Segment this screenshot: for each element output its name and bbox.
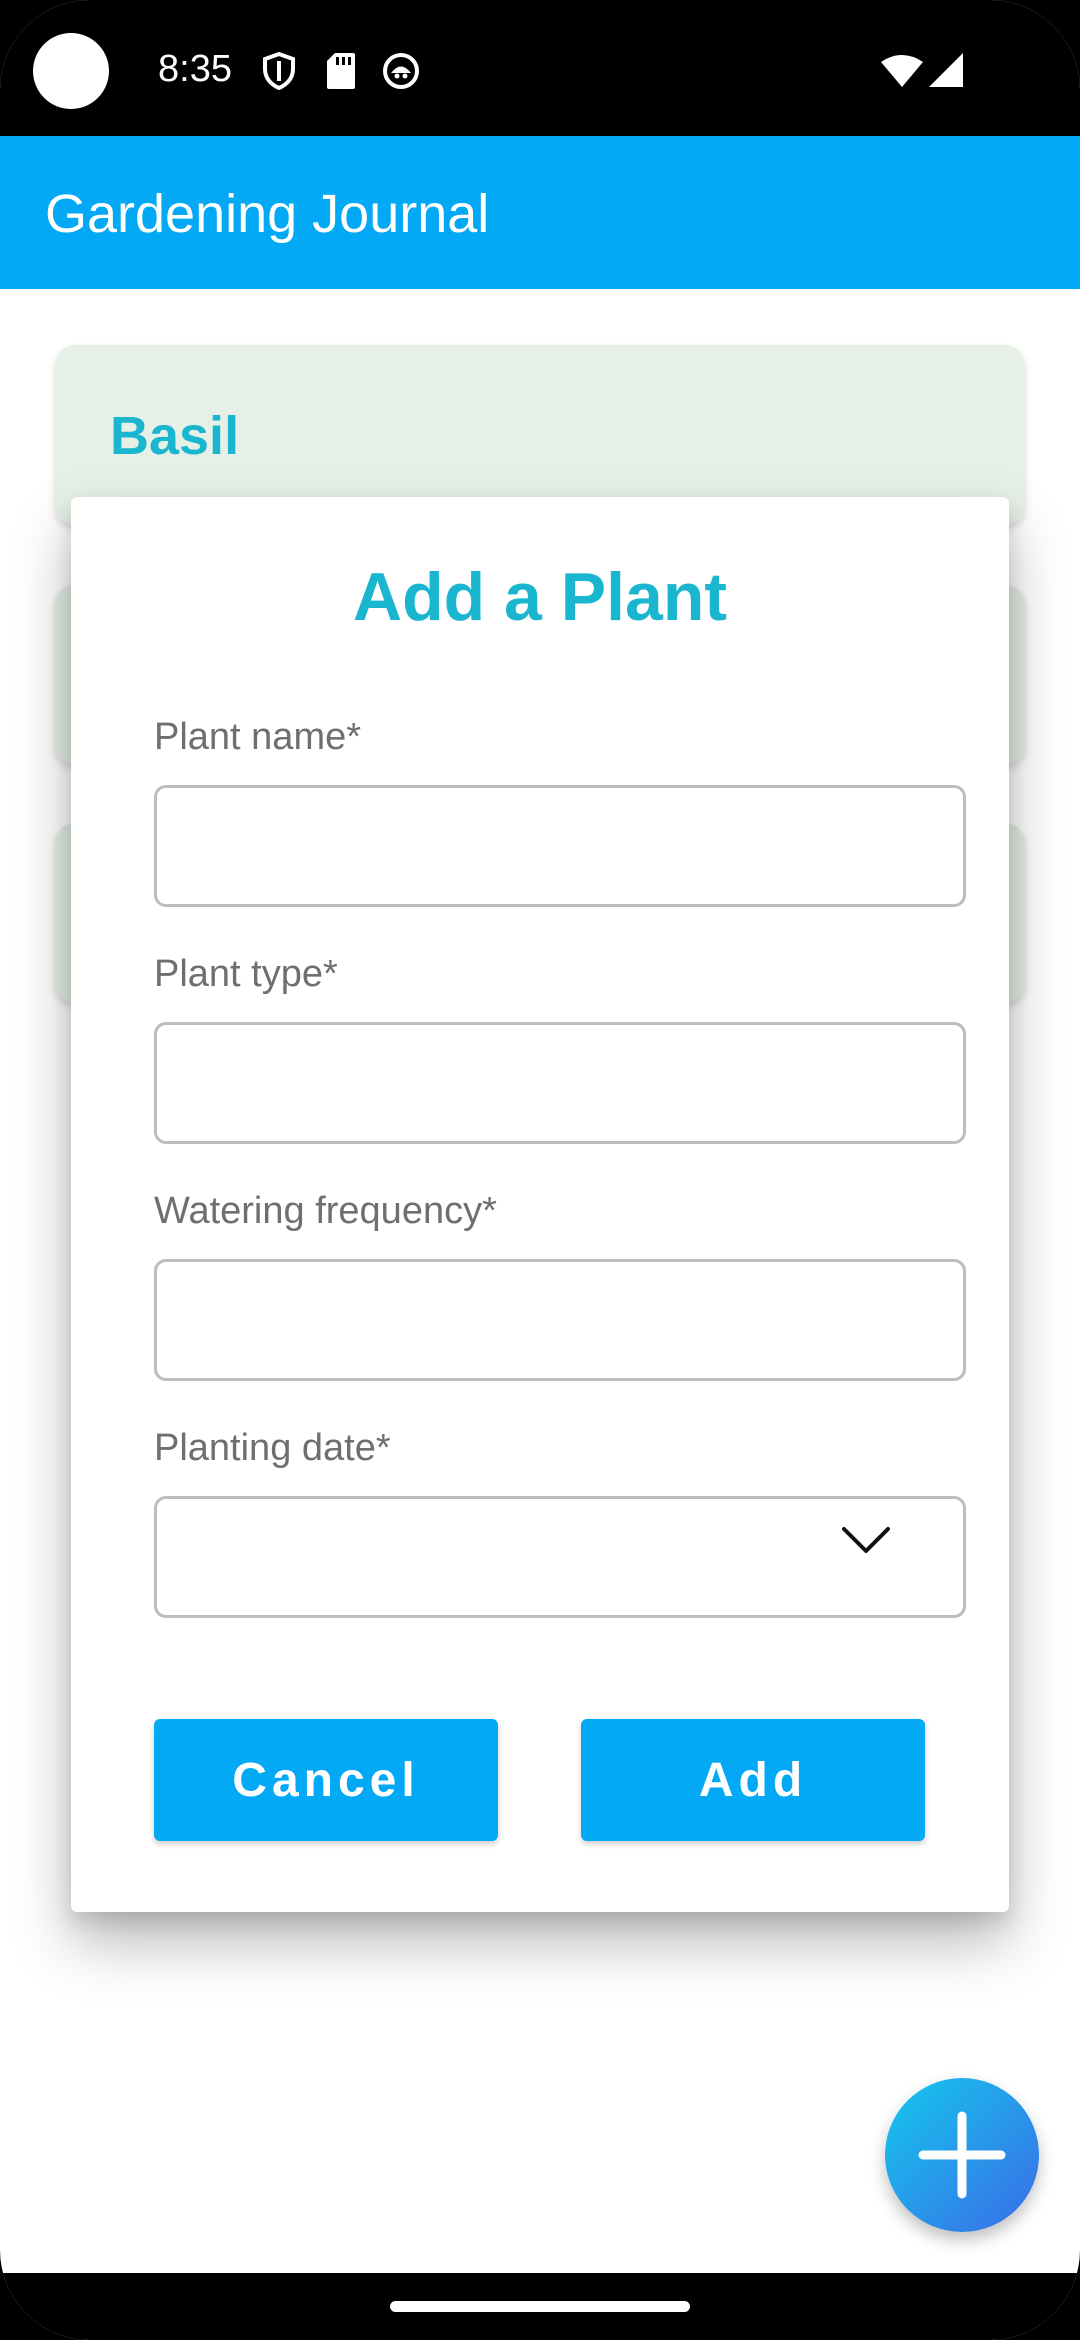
home-gesture-handle[interactable]	[390, 2301, 690, 2312]
sd-card-icon	[327, 53, 355, 89]
planting-date-dropdown[interactable]	[154, 1496, 966, 1618]
status-time: 8:35	[158, 48, 232, 90]
add-plant-fab[interactable]	[885, 2078, 1039, 2232]
watering-frequency-input[interactable]	[154, 1259, 966, 1381]
plus-icon	[918, 2111, 1006, 2199]
app-title: Gardening Journal	[45, 184, 490, 244]
chevron-down-icon[interactable]	[841, 1525, 891, 1555]
watering-frequency-label: Watering frequency*	[154, 1190, 497, 1232]
app-bar: Gardening Journal	[0, 136, 1080, 289]
add-button[interactable]: Add	[581, 1719, 925, 1841]
camera-cutout	[33, 33, 109, 109]
cancel-button[interactable]: Cancel	[154, 1719, 498, 1841]
wifi-icon	[881, 55, 923, 87]
screen: 8:35 Gardening Journal Basil Add a Plant…	[0, 0, 1080, 2340]
planting-date-label: Planting date*	[154, 1427, 391, 1469]
add-plant-dialog: Add a Plant Plant name* Plant type* Wate…	[71, 497, 1009, 1912]
status-bar: 8:35	[0, 0, 1080, 136]
plant-type-label: Plant type*	[154, 953, 338, 995]
plant-card-title: Basil	[110, 406, 240, 466]
dialog-title: Add a Plant	[352, 559, 728, 635]
cell-signal-icon	[929, 53, 963, 87]
navigation-bar	[0, 2273, 1080, 2340]
plant-type-input[interactable]	[154, 1022, 966, 1144]
shield-icon	[263, 52, 295, 90]
plant-name-label: Plant name*	[154, 716, 362, 758]
plant-name-input[interactable]	[154, 785, 966, 907]
assistant-face-icon	[383, 53, 419, 89]
